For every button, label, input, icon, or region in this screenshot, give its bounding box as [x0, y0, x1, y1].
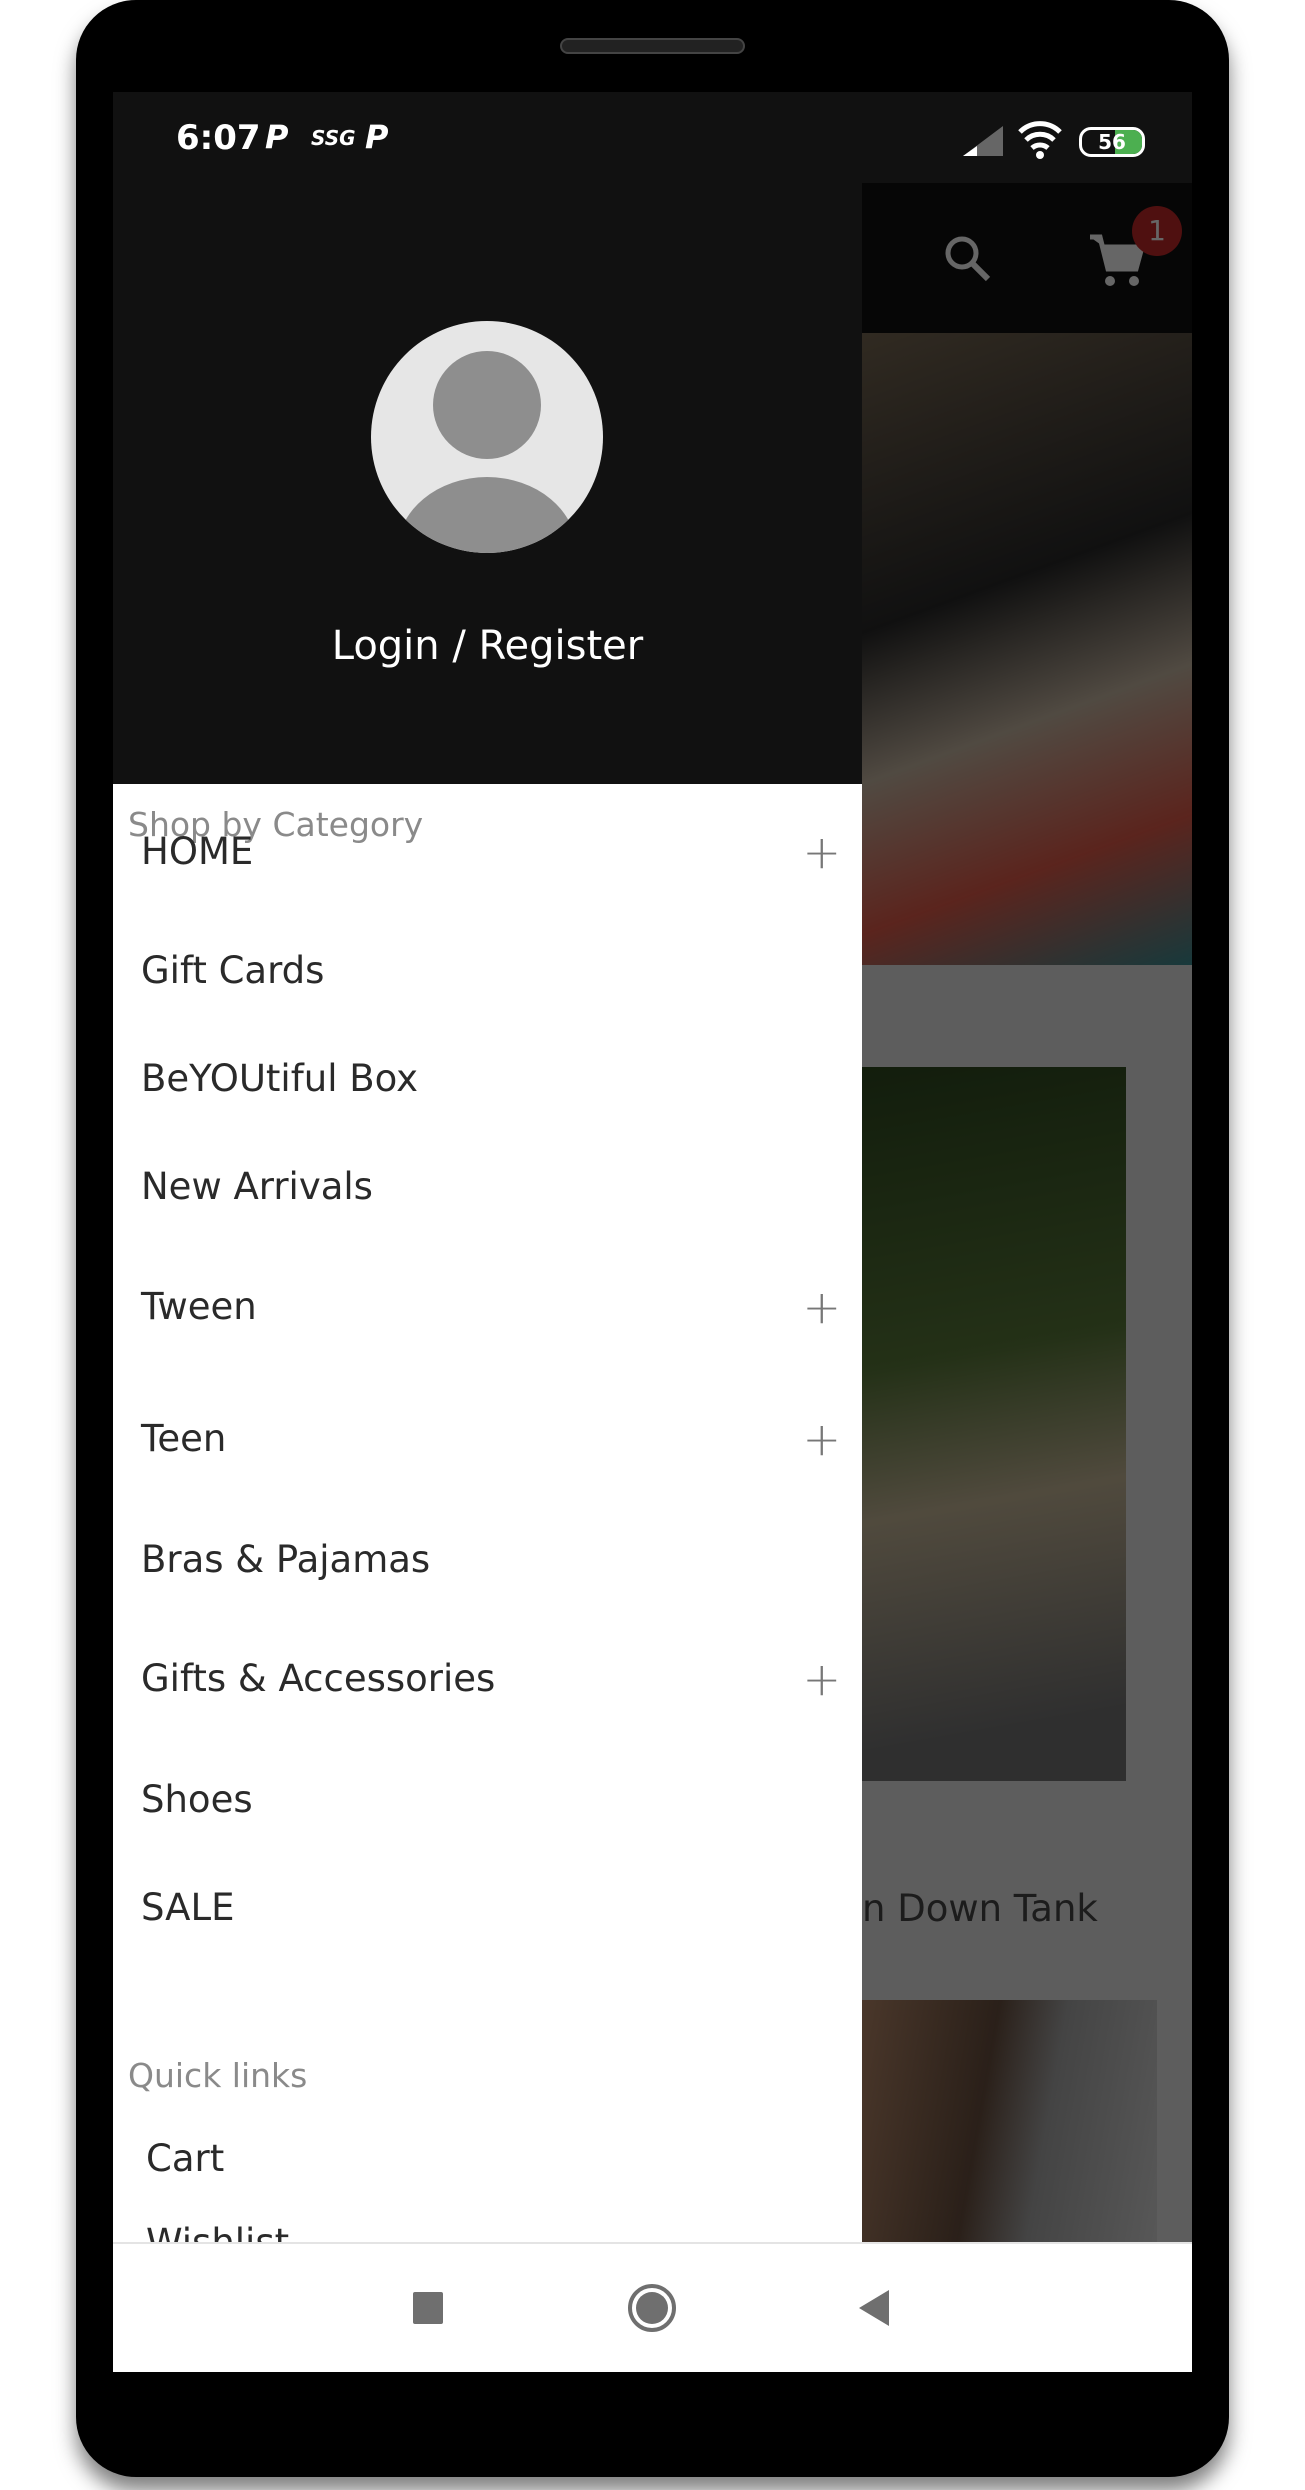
category-item[interactable]: Shoes: [141, 1760, 841, 1840]
screen: 6:07 P SSG P 56 1 n Down Tank Login / Re…: [113, 92, 1192, 2372]
section-header-quick-links: Quick links: [128, 2056, 308, 2095]
navigation-drawer: Login / Register Shop by Category HOME + G…: [113, 183, 862, 2280]
speaker-grille: [560, 38, 745, 54]
category-item[interactable]: Teen +: [141, 1399, 841, 1479]
category-label: Bras & Pajamas: [141, 1538, 431, 1581]
category-item[interactable]: HOME +: [141, 812, 841, 892]
expand-plus-icon[interactable]: +: [802, 1399, 841, 1479]
home-button[interactable]: [628, 2284, 676, 2332]
product-title[interactable]: n Down Tank: [862, 1887, 1098, 1930]
notification-icon: SSG: [311, 126, 356, 150]
category-label: Gifts & Accessories: [141, 1657, 496, 1700]
category-item[interactable]: SALE: [141, 1868, 841, 1948]
notification-icon: P: [265, 118, 289, 156]
category-item[interactable]: New Arrivals: [141, 1147, 841, 1227]
category-label: BeYOUtiful Box: [141, 1057, 419, 1100]
system-nav-bar: [113, 2242, 1192, 2372]
signal-icon: [963, 126, 1003, 156]
status-time: 6:07: [176, 118, 261, 158]
recents-button[interactable]: [413, 2292, 443, 2324]
category-label: Gift Cards: [141, 949, 325, 992]
expand-plus-icon[interactable]: +: [802, 812, 841, 892]
wifi-icon: [1018, 121, 1062, 159]
category-label: New Arrivals: [141, 1165, 373, 1208]
battery-level: 56: [1098, 130, 1126, 154]
category-item[interactable]: Gift Cards: [141, 931, 841, 1011]
status-bar: 6:07 P SSG P 56: [113, 92, 1192, 183]
category-label: Shoes: [141, 1778, 253, 1821]
quick-link-cart[interactable]: Cart: [146, 2119, 846, 2199]
expand-plus-icon[interactable]: +: [802, 1639, 841, 1719]
category-label: Tween: [141, 1285, 257, 1328]
avatar[interactable]: [371, 321, 603, 553]
category-label: SALE: [141, 1886, 235, 1929]
category-item[interactable]: Tween +: [141, 1267, 841, 1347]
category-item[interactable]: Gifts & Accessories +: [141, 1639, 841, 1719]
notification-icon: P: [365, 118, 389, 156]
category-item[interactable]: BeYOUtiful Box: [141, 1039, 841, 1119]
login-register-link[interactable]: Login / Register: [113, 623, 862, 669]
category-label: Teen: [141, 1417, 227, 1460]
battery-icon: 56: [1079, 127, 1145, 157]
category-label: HOME: [141, 830, 254, 873]
drawer-header: Login / Register: [113, 183, 862, 784]
expand-plus-icon[interactable]: +: [802, 1267, 841, 1347]
back-button[interactable]: [859, 2290, 889, 2326]
category-item[interactable]: Bras & Pajamas: [141, 1520, 841, 1600]
